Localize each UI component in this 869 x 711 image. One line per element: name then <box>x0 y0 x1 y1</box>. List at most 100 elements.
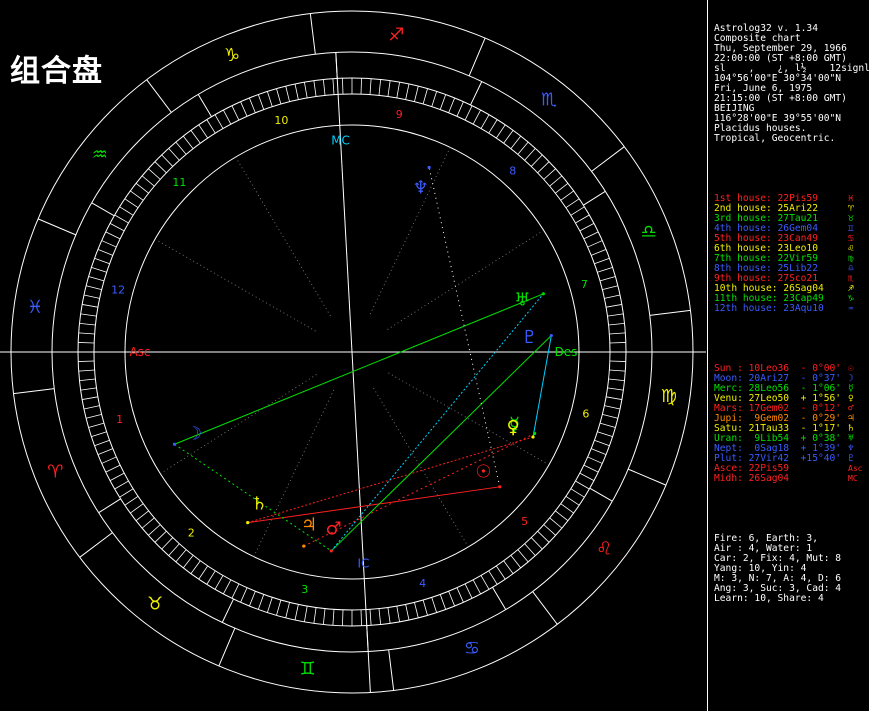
degree-tick <box>114 214 129 224</box>
degree-tick <box>332 609 335 626</box>
planet-dot <box>549 333 553 338</box>
header-line: Tropical, Geocentric. <box>714 133 836 144</box>
degree-tick <box>431 597 438 613</box>
degree-tick <box>606 396 622 400</box>
sign-glyph-icon: ♊ <box>300 658 316 679</box>
planet-dot <box>172 442 177 446</box>
degree-tick <box>78 342 95 344</box>
asc-label: Asc <box>129 345 150 359</box>
degree-tick <box>231 105 240 121</box>
degree-tick <box>322 608 326 625</box>
degree-tick <box>405 83 410 100</box>
degree-tick <box>148 168 161 180</box>
degree-tick <box>583 464 599 473</box>
planet-glyph-icon: ♂ <box>325 519 341 540</box>
degree-tick <box>86 285 102 290</box>
degree-tick <box>597 431 613 438</box>
degree-tick <box>135 510 149 522</box>
degree-tick <box>101 240 117 248</box>
sign-glyph-icon: ♒ <box>92 145 108 166</box>
info-panel: Astrolog32 v. 1.34 Composite chart Thu, Se… <box>707 0 869 711</box>
degree-tick <box>91 431 107 438</box>
degree-tick <box>537 530 550 543</box>
degree-tick <box>606 304 622 308</box>
sign-glyph-icon: ♋ <box>464 638 480 659</box>
sign-glyph-icon: ♑ <box>224 45 240 66</box>
sign-glyph-icon: ♏ <box>541 89 557 110</box>
house-number: 11 <box>172 176 186 189</box>
house-cusp <box>583 190 606 206</box>
degree-tick <box>304 82 308 98</box>
degree-tick <box>422 88 428 105</box>
sign-boundary <box>146 79 172 113</box>
degree-tick <box>396 606 400 622</box>
degree-tick <box>342 78 344 95</box>
degree-tick <box>609 369 626 372</box>
degree-tick <box>579 472 595 481</box>
degree-tick <box>560 503 574 514</box>
degree-tick <box>168 148 180 161</box>
meridian-axis <box>335 52 371 693</box>
aspect-line <box>247 486 500 524</box>
degree-tick <box>83 294 100 299</box>
degree-tick <box>599 276 616 282</box>
degree-tick <box>313 607 317 624</box>
sign-boundary <box>627 468 667 486</box>
house-cusp <box>91 202 115 217</box>
degree-tick <box>555 182 569 194</box>
sign-glyph-icon: ♓ <box>27 297 43 318</box>
degree-tick <box>530 537 543 550</box>
degree-tick <box>570 206 585 216</box>
chart-title: 组合盘 <box>10 54 103 89</box>
degree-tick <box>206 570 216 585</box>
degree-tick <box>575 214 590 224</box>
degree-tick <box>342 609 344 626</box>
degree-tick <box>579 223 595 232</box>
des-label: Des <box>555 345 578 359</box>
degree-tick <box>607 313 624 317</box>
degree-tick <box>495 565 506 580</box>
house-number: 7 <box>581 278 588 291</box>
degree-tick <box>537 161 550 174</box>
degree-tick <box>285 602 290 618</box>
planet-glyph-icon: ♀ <box>507 417 520 438</box>
degree-tick <box>570 488 585 498</box>
degree-tick <box>109 223 125 232</box>
degree-tick <box>431 91 438 107</box>
aspect-line <box>174 293 544 445</box>
planet-dot <box>541 292 545 296</box>
degree-tick <box>161 537 174 550</box>
degree-tick <box>360 609 362 626</box>
degree-tick <box>80 387 97 391</box>
degree-tick <box>101 456 117 464</box>
degree-tick <box>304 606 308 622</box>
mc-label: MC <box>331 133 350 147</box>
degree-tick <box>88 422 105 428</box>
degree-tick <box>276 599 282 616</box>
degree-tick <box>591 248 607 256</box>
sign-boundary <box>468 37 486 77</box>
degree-tick <box>488 119 498 134</box>
degree-tick <box>503 130 514 144</box>
degree-tick <box>439 94 447 110</box>
house-cusp-inner <box>386 371 550 466</box>
planet-dot <box>329 549 333 553</box>
planet-dot <box>531 435 535 439</box>
degree-tick <box>422 599 428 616</box>
degree-tick <box>549 517 563 529</box>
house-number: 3 <box>301 583 308 596</box>
degree-tick <box>591 448 607 456</box>
degree-tick <box>148 524 161 536</box>
house-number: 1 <box>116 413 123 426</box>
degree-tick <box>480 114 490 129</box>
degree-tick <box>488 570 498 585</box>
degree-tick <box>105 231 121 240</box>
degree-tick <box>161 154 174 167</box>
house-cusp-inner <box>372 386 469 548</box>
sign-boundary <box>649 309 691 316</box>
degree-tick <box>510 555 522 569</box>
planet-row-symbol-icon: ♇ <box>848 453 854 464</box>
degree-tick <box>510 135 522 149</box>
house-cusp <box>98 498 121 514</box>
degree-tick <box>517 141 529 155</box>
